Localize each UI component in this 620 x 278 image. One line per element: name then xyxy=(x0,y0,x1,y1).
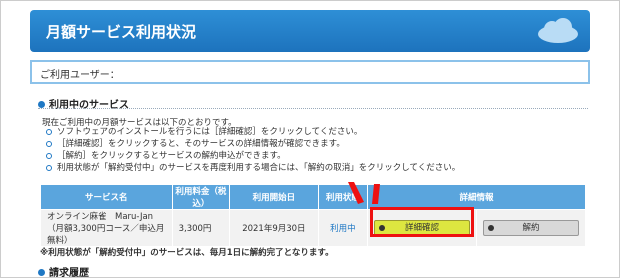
list-item: ［詳細確認］をクリックすると、そのサービスの詳細情報が確認できます。 xyxy=(46,138,460,150)
section-in-use-title: 利用中のサービス xyxy=(49,100,129,111)
section-billing-title: 請求履歴 xyxy=(49,268,89,278)
status-text: 利用中 xyxy=(330,224,356,234)
col-start: 利用開始日 xyxy=(229,184,319,210)
circle-bullet-icon xyxy=(46,140,52,147)
table-header-row: サービス名 利用料金（税込） 利用開始日 利用状態 詳細情報 xyxy=(40,184,586,210)
col-service: サービス名 xyxy=(40,184,173,210)
list-item: ソフトウェアのインストールを行うには［詳細確認］をクリックしてください。 xyxy=(46,126,460,138)
instruction-list: ソフトウェアのインストールを行うには［詳細確認］をクリックしてください。 ［詳細… xyxy=(46,126,460,174)
arrow-bullet-icon xyxy=(488,225,494,231)
page-title: 月額サービス利用状況 xyxy=(46,23,197,41)
divider xyxy=(38,108,588,109)
circle-bullet-icon xyxy=(46,128,52,135)
start-date: 2021年9月30日 xyxy=(229,209,319,247)
list-item: ［解約］をクリックするとサービスの解約申込ができます。 xyxy=(46,150,460,162)
note-text: ※利用状態が「解約受付中」のサービスは、毎月1日に解約完了となります。 xyxy=(40,248,334,258)
section-billing: 請求履歴 xyxy=(38,264,89,278)
highlight-box xyxy=(370,207,474,237)
page-header: 月額サービス利用状況 xyxy=(30,10,590,52)
cloud-icon xyxy=(538,18,578,43)
bullet-dot-icon xyxy=(38,101,45,108)
col-fee: 利用料金（税込） xyxy=(171,184,231,210)
table-row: オンライン麻雀 Maru-Jan（月額3,300円コース／申込月無料） 3,30… xyxy=(40,209,586,247)
cancel-button[interactable]: 解約 xyxy=(483,220,579,236)
cancel-cell: 解約 xyxy=(476,209,586,247)
user-box: ご利用ユーザー： xyxy=(30,60,590,84)
service-fee: 3,300円 xyxy=(171,209,231,247)
circle-bullet-icon xyxy=(46,152,52,159)
list-item: 利用状態が「解約受付中」のサービスを再度利用する場合には、「解約の取消」をクリッ… xyxy=(46,162,460,174)
bullet-dot-icon xyxy=(38,269,45,276)
service-name: オンライン麻雀 Maru-Jan（月額3,300円コース／申込月無料） xyxy=(40,209,173,247)
service-table: サービス名 利用料金（税込） 利用開始日 利用状態 詳細情報 オンライン麻雀 M… xyxy=(40,184,586,247)
user-label: ご利用ユーザー： xyxy=(40,70,120,81)
circle-bullet-icon xyxy=(46,164,52,171)
status-cell: 利用中 xyxy=(317,209,369,247)
col-detail: 詳細情報 xyxy=(367,184,586,210)
red-arrow-icon xyxy=(348,182,380,204)
